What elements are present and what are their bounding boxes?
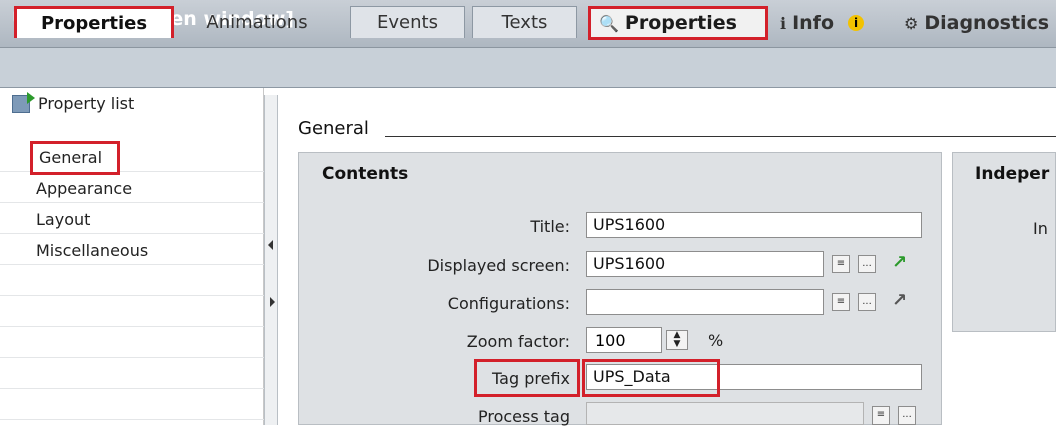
tag-prefix-field-highlight xyxy=(582,359,720,397)
tab-properties-top[interactable]: 🔍 Properties xyxy=(588,6,768,40)
ellipsis-icon[interactable]: ... xyxy=(858,255,876,273)
zoom-unit: % xyxy=(708,331,724,350)
magnifier-icon: 🔍 xyxy=(599,13,619,33)
section-title: General xyxy=(298,118,369,139)
sidebar-item-layout[interactable]: Layout xyxy=(36,210,90,229)
list-icon[interactable]: ≡ xyxy=(832,293,850,311)
tab-properties[interactable]: Properties xyxy=(14,6,174,38)
tag-prefix-label: Tag prefix xyxy=(492,369,570,388)
tab-diagnostics-top-label: Diagnostics xyxy=(924,12,1050,34)
list-icon[interactable]: ≡ xyxy=(832,255,850,273)
process-tag-field[interactable] xyxy=(586,402,864,425)
sidebar-item-general[interactable]: General xyxy=(30,141,120,175)
tab-events[interactable]: Events xyxy=(350,6,465,38)
sub-tab-bar xyxy=(0,48,1056,88)
sidebar-item-appearance[interactable]: Appearance xyxy=(36,179,132,198)
tab-info-top[interactable]: ℹ Info i xyxy=(776,6,896,40)
list-row xyxy=(0,327,264,358)
ellipsis-icon[interactable]: ... xyxy=(858,293,876,311)
list-row xyxy=(0,389,264,420)
ellipsis-icon[interactable]: ... xyxy=(898,406,916,425)
tab-animations[interactable]: Animations xyxy=(182,6,332,38)
zoom-factor-label: Zoom factor: xyxy=(466,332,570,351)
independent-title: Indeper xyxy=(975,164,1050,184)
configurations-field[interactable] xyxy=(586,289,824,315)
collapse-left-icon[interactable] xyxy=(268,240,273,250)
independent-label: In xyxy=(1033,219,1048,238)
configurations-label: Configurations: xyxy=(447,294,570,313)
list-row xyxy=(0,358,264,389)
tab-diagnostics-top[interactable]: ⚙ Diagnostics xyxy=(902,6,1056,40)
panel-splitter[interactable] xyxy=(264,95,278,425)
title-field[interactable]: UPS1600 xyxy=(586,212,922,238)
section-divider xyxy=(385,136,1056,137)
list-row xyxy=(0,296,264,327)
expand-right-icon[interactable] xyxy=(270,297,275,307)
zoom-spinner-icon[interactable]: ▲ ▼ xyxy=(666,330,688,350)
zoom-factor-field[interactable]: 100 xyxy=(586,327,662,353)
tab-properties-top-label: Properties xyxy=(624,12,737,34)
tab-info-top-label: Info xyxy=(792,12,834,34)
displayed-screen-field[interactable]: UPS1600 xyxy=(586,251,824,277)
property-list-icon xyxy=(12,91,35,113)
displayed-screen-label: Displayed screen: xyxy=(427,256,570,275)
diagnostics-icon: ⚙ xyxy=(904,13,919,33)
contents-title: Contents xyxy=(322,164,409,184)
process-tag-label: Process tag xyxy=(477,407,570,426)
list-icon[interactable]: ≡ xyxy=(872,406,890,425)
info-badge-icon: i xyxy=(848,15,864,31)
goto-arrow-icon[interactable]: ↗ xyxy=(892,254,910,272)
goto-arrow-icon[interactable]: ↗ xyxy=(892,292,910,310)
info-icon: ℹ xyxy=(780,13,787,33)
title-label: Title: xyxy=(530,217,570,236)
sidebar-item-miscellaneous[interactable]: Miscellaneous xyxy=(36,241,148,260)
list-row xyxy=(0,265,264,296)
property-list-header: Property list xyxy=(12,91,135,113)
property-list-label: Property list xyxy=(38,94,135,113)
tab-texts[interactable]: Texts xyxy=(472,6,577,38)
